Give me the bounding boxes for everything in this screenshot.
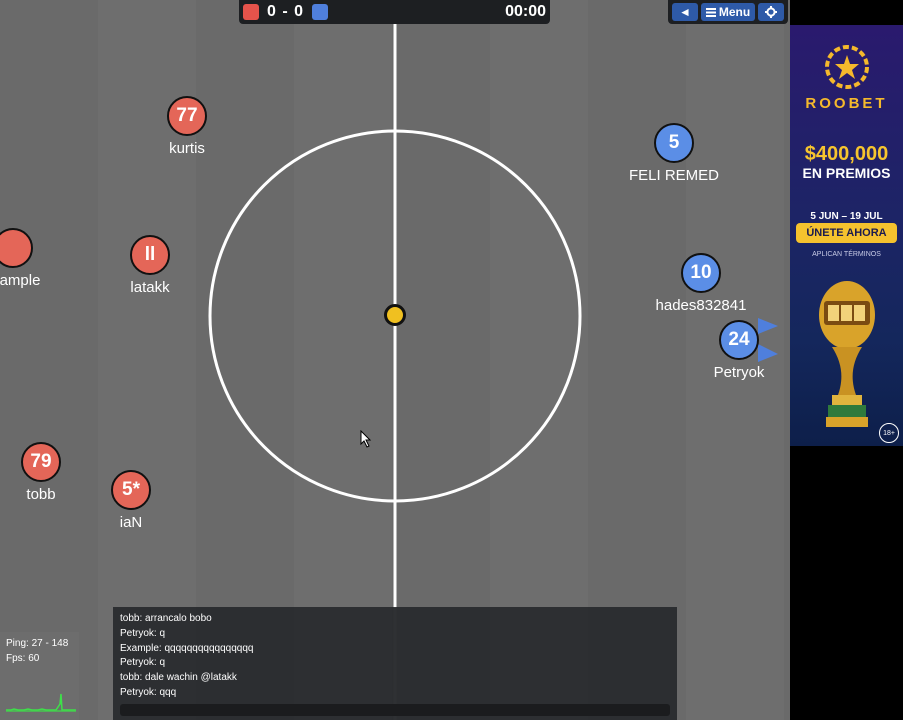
kick-indicator-icon [758, 318, 778, 362]
top-toolbar: ◄ Menu [668, 0, 788, 24]
scoreboard: 0 - 0 00:00 [239, 0, 550, 24]
fps-readout: Fps: 60 [6, 653, 40, 664]
roobet-logo-icon [825, 45, 869, 89]
ping-readout: Ping: 27 - 148 [6, 638, 69, 649]
blue-team-square-icon [312, 4, 329, 20]
player-disc-ian: 5* [111, 470, 151, 510]
trophy-icon [819, 281, 875, 427]
chat-panel: tobb: arrancalo bobo Petryok: q Example:… [113, 607, 677, 720]
network-stats-panel: Ping: 27 - 148 Fps: 60 [0, 632, 79, 720]
triangle-left-icon: ◄ [679, 5, 691, 19]
player-disc-tobb: 79 [21, 442, 61, 482]
player-disc-kurtis: 77 [167, 96, 207, 136]
player-name-kurtis: kurtis [169, 140, 205, 157]
score-display: 0 - 0 [267, 3, 304, 21]
chat-message: Petryok: qqq [120, 686, 177, 698]
player-disc-petryok: 24 [719, 320, 759, 360]
red-team-square-icon [243, 4, 259, 20]
back-button[interactable]: ◄ [672, 3, 698, 21]
player-name-latakk: latakk [130, 279, 170, 296]
player-name-hades832841: hades832841 [655, 297, 747, 314]
chat-message: tobb: arrancalo bobo [120, 613, 212, 624]
ad-prize-amount: $400,000 [804, 143, 889, 165]
chat-input[interactable] [120, 704, 670, 716]
player-disc-latakk: ll [130, 235, 170, 275]
ad-age-badge: 18+ [879, 423, 899, 443]
player-name-tobb: tobb [26, 486, 56, 503]
ad-prize-label: EN PREMIOS [802, 165, 891, 181]
player-disc-hades832841: 10 [681, 253, 721, 293]
ad-brand: ROOBET [805, 95, 888, 112]
player-name-ian: iaN [119, 514, 143, 531]
gear-icon [765, 6, 777, 18]
player-name-petryok: Petryok [713, 364, 765, 381]
ad-dates: 5 JUN – 19 JUL [810, 211, 883, 222]
mouse-cursor-icon [360, 430, 372, 448]
match-timer: 00:00 [505, 3, 546, 20]
advertisement-banner[interactable]: ROOBET $400,000 EN PREMIOS 5 JUN – 19 JU… [790, 25, 903, 446]
red-score: 0 [267, 3, 277, 20]
player-name-feli-remed: FELI REMED [628, 167, 720, 184]
blue-score: 0 [294, 3, 305, 20]
menu-label: Menu [718, 5, 751, 19]
ad-top-strip [790, 0, 903, 25]
chat-message: Petryok: q [120, 657, 166, 669]
chat-message: Example: qqqqqqqqqqqqqqqq [120, 642, 254, 654]
score-separator: - [282, 3, 289, 20]
ball [384, 304, 406, 326]
ad-cta-button[interactable]: ÚNETE AHORA [796, 223, 897, 243]
settings-button[interactable] [758, 3, 784, 21]
chat-message: Petryok: q [120, 627, 166, 639]
player-disc-feli-remed: 5 [654, 123, 694, 163]
player-name-ample: ample [0, 272, 41, 289]
ping-graph [6, 693, 76, 712]
chat-message: tobb: dale wachin @latakk [120, 672, 237, 684]
hamburger-icon [705, 7, 716, 17]
ad-terms: APLICAN TÉRMINOS [812, 251, 881, 258]
menu-button[interactable]: Menu [701, 3, 755, 21]
ad-empty-area [790, 446, 903, 720]
